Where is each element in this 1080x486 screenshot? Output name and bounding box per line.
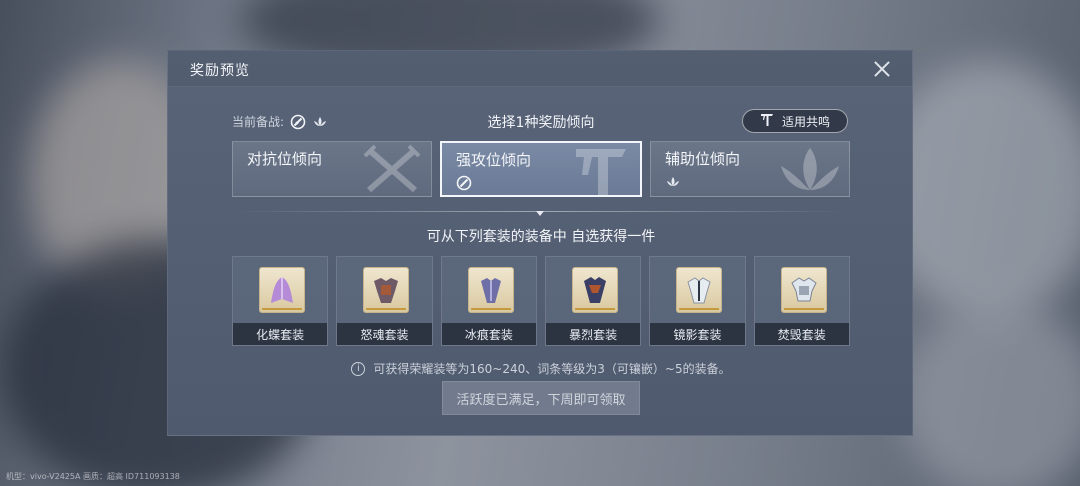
blaze-armor-icon xyxy=(780,267,827,313)
mirror-armor-icon xyxy=(676,267,723,313)
ice-armor-icon xyxy=(467,267,514,313)
set-item-binghen[interactable]: 冰痕套装 xyxy=(440,256,537,346)
info-text: 可获得荣耀装等为160~240、词条等级为3（可镶嵌）~5的装备。 xyxy=(373,362,731,376)
claim-button[interactable]: 活跃度已满足，下周即可领取 xyxy=(442,381,640,415)
attack-emblem-icon xyxy=(456,175,472,191)
set-label: 化蝶套装 xyxy=(233,323,328,345)
tendency-options: 对抗位倾向 强攻位倾向 辅助位倾向 xyxy=(232,141,850,197)
tendency-label: 强攻位倾向 xyxy=(456,151,532,169)
set-item-fenhui[interactable]: 焚毁套装 xyxy=(753,256,850,346)
set-label: 镜影套装 xyxy=(650,323,745,345)
set-label: 怒魂套装 xyxy=(337,323,432,345)
tendency-option-attack[interactable]: 强攻位倾向 xyxy=(440,141,642,197)
dialog-header: 奖励预览 xyxy=(168,51,912,87)
butterfly-cloak-icon xyxy=(259,267,305,313)
resonance-button[interactable]: 适用共鸣 xyxy=(742,109,848,133)
set-label: 暴烈套装 xyxy=(545,323,641,345)
set-label: 冰痕套装 xyxy=(441,323,536,345)
rage-armor-icon xyxy=(363,267,410,313)
set-item-baolie[interactable]: 暴烈套装 xyxy=(544,256,642,346)
info-line: i 可获得荣耀装等为160~240、词条等级为3（可镶嵌）~5的装备。 xyxy=(168,360,914,377)
lotus-icon xyxy=(667,177,679,186)
tendency-label: 辅助位倾向 xyxy=(665,150,741,168)
equipment-sets: 化蝶套装 怒魂套装 冰痕套装 暴烈套装 镜影套装 焚毁套装 xyxy=(232,256,850,346)
tendency-option-support[interactable]: 辅助位倾向 xyxy=(650,141,850,197)
divider-arrow-icon xyxy=(536,211,544,216)
set-item-jingying[interactable]: 镜影套装 xyxy=(649,256,746,346)
device-info-text: 机型：vivo-V2425A 画质：超高 ID711093138 xyxy=(6,472,180,481)
tendency-option-defense[interactable]: 对抗位倾向 xyxy=(232,141,432,197)
set-item-huadie[interactable]: 化蝶套装 xyxy=(232,256,329,346)
set-label: 焚毁套装 xyxy=(754,323,849,345)
tendency-label: 对抗位倾向 xyxy=(247,150,323,168)
fury-armor-icon xyxy=(571,267,618,313)
resonance-icon xyxy=(576,149,626,195)
resonance-icon xyxy=(760,113,774,130)
close-button[interactable] xyxy=(872,59,892,79)
reward-preview-dialog: 奖励预览 当前备战: 选择1种奖励倾向 适用共鸣 对抗位倾向 强攻位倾向 辅助位… xyxy=(167,50,913,436)
info-icon[interactable]: i xyxy=(351,361,366,376)
lotus-icon xyxy=(781,148,839,190)
set-item-nuhun[interactable]: 怒魂套装 xyxy=(336,256,433,346)
sets-subtitle: 可从下列套装的装备中 自选获得一件 xyxy=(426,229,656,245)
resonance-button-label: 适用共鸣 xyxy=(781,114,830,129)
dialog-title: 奖励预览 xyxy=(190,63,250,79)
crossed-swords-icon xyxy=(363,144,421,193)
